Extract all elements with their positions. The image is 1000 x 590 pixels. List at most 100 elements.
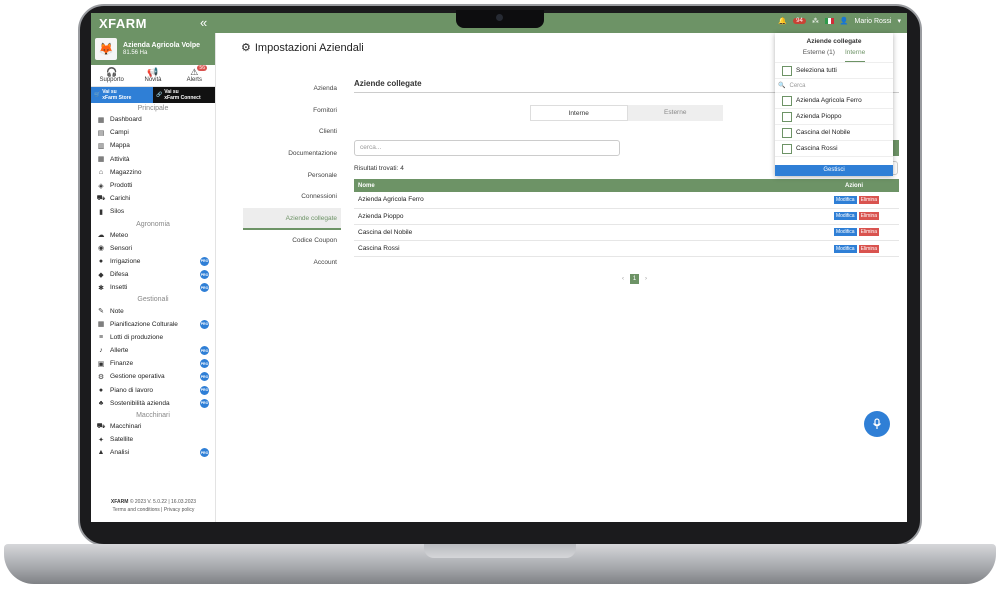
support-button[interactable]: 🎧 Supporto [91, 65, 132, 86]
search-input[interactable]: cerca... [354, 140, 620, 156]
dropdown-item[interactable]: Azienda Agricola Ferro [775, 93, 893, 109]
satellite-icon: ✦ [98, 436, 104, 444]
edit-button[interactable]: Modifica [833, 244, 857, 253]
dropdown-tab-internal[interactable]: Interne [844, 49, 866, 62]
dropdown-item[interactable]: Azienda Pioppo [775, 109, 893, 125]
user-icon[interactable]: 👤 [840, 17, 849, 25]
settings-nav-item[interactable]: Aziende collegate [243, 208, 341, 230]
sidebar-item[interactable]: ◈ Prodotti [91, 179, 215, 192]
link-icon: 🔗 [156, 92, 163, 98]
settings-nav: Azienda Fornitori Clienti Documentazione Per… [243, 78, 341, 273]
sidebar-item[interactable]: ▤ Campi [91, 126, 215, 139]
connect-line2: xFarm Connect [164, 95, 201, 101]
footer-links[interactable]: Terms and conditions | Privacy policy [91, 506, 216, 514]
chevron-down-icon[interactable]: ▾ [897, 17, 901, 25]
dropdown-tab-external[interactable]: Esterne (1) [803, 49, 835, 62]
manage-button[interactable]: Gestisci [775, 165, 893, 176]
sidebar-item[interactable]: ⚙ Gestione operativa PRO [91, 370, 215, 383]
select-all-row[interactable]: Seleziona tutti [775, 63, 893, 79]
column-actions: Azioni [627, 179, 899, 192]
pro-badge: PRO [200, 270, 209, 280]
brand-logo[interactable]: XFARM [99, 16, 147, 31]
edit-button[interactable]: Modifica [833, 195, 857, 204]
sidebar-item[interactable]: ✎ Note [91, 304, 215, 317]
sidebar-item-label: Irrigazione [110, 257, 141, 265]
shield-icon: ◆ [98, 271, 104, 279]
farm-card[interactable]: 🦊 Azienda Agricola Volpe 81.56 Ha [91, 33, 215, 65]
sidebar-item[interactable]: ▦ Attività [91, 153, 215, 166]
linked-companies-dropdown: Aziende collegate Esterne (1) Interne Se… [775, 33, 893, 176]
sidebar-item[interactable]: ● Irrigazione PRO [91, 255, 215, 268]
notification-count-badge: 94 [793, 18, 806, 24]
pro-badge: PRO [200, 283, 209, 293]
sidebar-item[interactable]: ▣ Finanze PRO [91, 357, 215, 370]
bell-icon: ♪ [99, 347, 103, 355]
xfarm-store-link[interactable]: 🛒 Vai su xFarm Store [91, 87, 153, 103]
sidebar-item-label: Sensori [110, 244, 133, 252]
sidebar-item[interactable]: ● Piano di lavoro PRO [91, 384, 215, 397]
bell-icon[interactable]: 🔔 [778, 17, 787, 25]
pager-prev[interactable]: ‹ [622, 276, 624, 282]
farm-switch-icon[interactable]: ⁂ [812, 17, 819, 25]
edit-button[interactable]: Modifica [833, 228, 857, 237]
delete-button[interactable]: Elimina [858, 228, 879, 237]
sidebar-item[interactable]: ▦ Dashboard [91, 113, 215, 126]
sidebar-item[interactable]: ✦ Satellite [91, 433, 215, 446]
sidebar-item[interactable]: ▥ Mappa [91, 139, 215, 152]
user-name[interactable]: Mario Rossi [855, 18, 892, 25]
xfarm-connect-link[interactable]: 🔗 Vai su xFarm Connect [153, 87, 215, 103]
sidebar-item-label: Note [110, 307, 124, 315]
dropdown-item-checkbox[interactable] [782, 127, 792, 138]
sidebar-item[interactable]: ⛟ Carichi [91, 192, 215, 205]
settings-nav-item[interactable]: Codice Coupon [243, 230, 341, 252]
settings-nav-item[interactable]: Documentazione [243, 143, 341, 165]
voice-assistant-button[interactable] [864, 411, 890, 437]
sidebar-item-label: Meteo [110, 231, 129, 239]
dropdown-item-checkbox[interactable] [782, 95, 792, 106]
settings-nav-item[interactable]: Account [243, 252, 341, 274]
sidebar-item-label: Macchinari [110, 423, 142, 431]
collapse-sidebar-button[interactable]: « [200, 15, 207, 30]
delete-button[interactable]: Elimina [858, 195, 879, 204]
sidebar-item[interactable]: ▦ Pianificazione Colturale PRO [91, 318, 215, 331]
settings-nav-item[interactable]: Azienda [243, 78, 341, 100]
sidebar-item[interactable]: ▲ Analisi PRO [91, 446, 215, 459]
news-button[interactable]: 📢 Novità [132, 65, 173, 86]
company-name-cell: Azienda Agricola Ferro [354, 192, 628, 209]
sidebar-item[interactable]: ◆ Difesa PRO [91, 268, 215, 281]
dropdown-item-checkbox[interactable] [782, 111, 792, 122]
delete-button[interactable]: Elimina [858, 212, 879, 221]
sidebar-item[interactable]: ♪ Allerte PRO [91, 344, 215, 357]
pager-next[interactable]: › [645, 276, 647, 282]
pager-current[interactable]: 1 [630, 274, 639, 284]
pro-badge: PRO [200, 448, 209, 458]
toggle-internal[interactable]: Interne [530, 105, 628, 121]
sidebar-item[interactable]: ◉ Sensori [91, 242, 215, 255]
dropdown-item[interactable]: Cascina Rossi [775, 141, 893, 157]
sidebar-item[interactable]: ✱ Insetti PRO [91, 281, 215, 294]
alerts-button[interactable]: ⚠ Alerts 56 [174, 65, 215, 86]
select-all-checkbox[interactable] [782, 65, 792, 76]
delete-button[interactable]: Elimina [858, 244, 879, 253]
dropdown-item[interactable]: Cascina del Nobile [775, 125, 893, 141]
actions-cell: Modifica Elimina [627, 208, 899, 225]
dropdown-item-checkbox[interactable] [782, 143, 792, 154]
toggle-external[interactable]: Esterne [628, 105, 724, 121]
edit-button[interactable]: Modifica [833, 212, 857, 221]
sidebar-item-label: Satellite [110, 436, 134, 444]
pro-badge: PRO [200, 398, 209, 408]
settings-nav-item[interactable]: Connessioni [243, 186, 341, 208]
sidebar-item[interactable]: ≡ Lotti di produzione [91, 331, 215, 344]
pro-badge: PRO [200, 319, 209, 329]
settings-nav-item[interactable]: Clienti [243, 121, 341, 143]
sidebar-item[interactable]: ⌂ Magazzino [91, 166, 215, 179]
italy-flag-icon[interactable] [824, 18, 834, 24]
settings-nav-item[interactable]: Personale [243, 165, 341, 187]
dropdown-search[interactable]: 🔍 Cerca [775, 79, 893, 93]
sidebar-item[interactable]: ▮ Silos [91, 205, 215, 218]
sidebar-item[interactable]: ☁ Meteo [91, 229, 215, 242]
headset-icon: 🎧 [106, 67, 118, 77]
sidebar-item[interactable]: ♣ Sostenibilità azienda PRO [91, 397, 215, 410]
sidebar-item[interactable]: ⛟ Macchinari [91, 420, 215, 433]
settings-nav-item[interactable]: Fornitori [243, 100, 341, 122]
